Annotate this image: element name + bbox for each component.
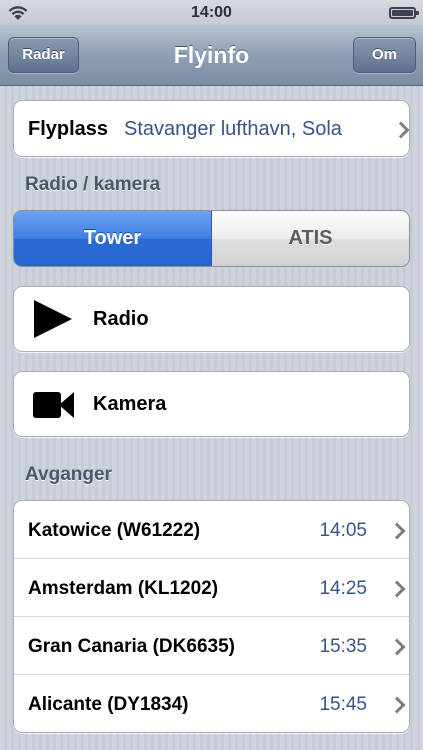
departures-section-header: Avganger (25, 464, 112, 485)
camera-button[interactable]: Kamera (13, 371, 410, 437)
chevron-right-icon (388, 522, 406, 540)
flight-name: Amsterdam (KL1202) (28, 578, 219, 599)
segment-atis[interactable]: ATIS (212, 211, 409, 266)
list-item[interactable]: Amsterdam (KL1202) 14:25 (14, 559, 409, 617)
chevron-right-icon (388, 638, 406, 656)
camera-label: Kamera (93, 393, 167, 415)
source-segmented-control: Tower ATIS (13, 210, 410, 267)
radio-label: Radio (93, 308, 149, 330)
flight-time: 15:35 (319, 636, 367, 657)
list-item[interactable]: Gran Canaria (DK6635) 15:35 (14, 617, 409, 675)
departures-list: Katowice (W61222) 14:05 Amsterdam (KL120… (13, 500, 410, 733)
flight-time: 14:25 (319, 578, 367, 599)
flight-name: Gran Canaria (DK6635) (28, 636, 235, 657)
chevron-right-icon (392, 121, 410, 139)
airport-selector[interactable]: Flyplass Stavanger lufthavn, Sola (13, 100, 410, 157)
flight-name: Katowice (W61222) (28, 520, 201, 541)
status-bar: 14:00 (0, 0, 423, 25)
chevron-right-icon (388, 696, 406, 714)
video-camera-icon (33, 392, 75, 418)
flight-time: 15:45 (319, 694, 367, 715)
list-item[interactable]: Alicante (DY1834) 15:45 (14, 675, 409, 732)
battery-icon (389, 7, 419, 19)
airport-value: Stavanger lufthavn, Sola (124, 118, 342, 140)
flight-time: 14:05 (319, 520, 367, 541)
airport-label: Flyplass (28, 118, 109, 140)
about-button[interactable]: Om (353, 37, 416, 73)
radio-section-header: Radio / kamera (25, 174, 161, 195)
status-time: 14:00 (191, 4, 232, 21)
segment-tower[interactable]: Tower (14, 211, 212, 266)
list-item[interactable]: Katowice (W61222) 14:05 (14, 501, 409, 559)
radio-button[interactable]: Radio (13, 286, 410, 352)
navigation-bar: Radar Flyinfo Om (0, 25, 423, 86)
chevron-right-icon (388, 580, 406, 598)
flight-name: Alicante (DY1834) (28, 694, 189, 715)
play-icon (34, 300, 72, 338)
